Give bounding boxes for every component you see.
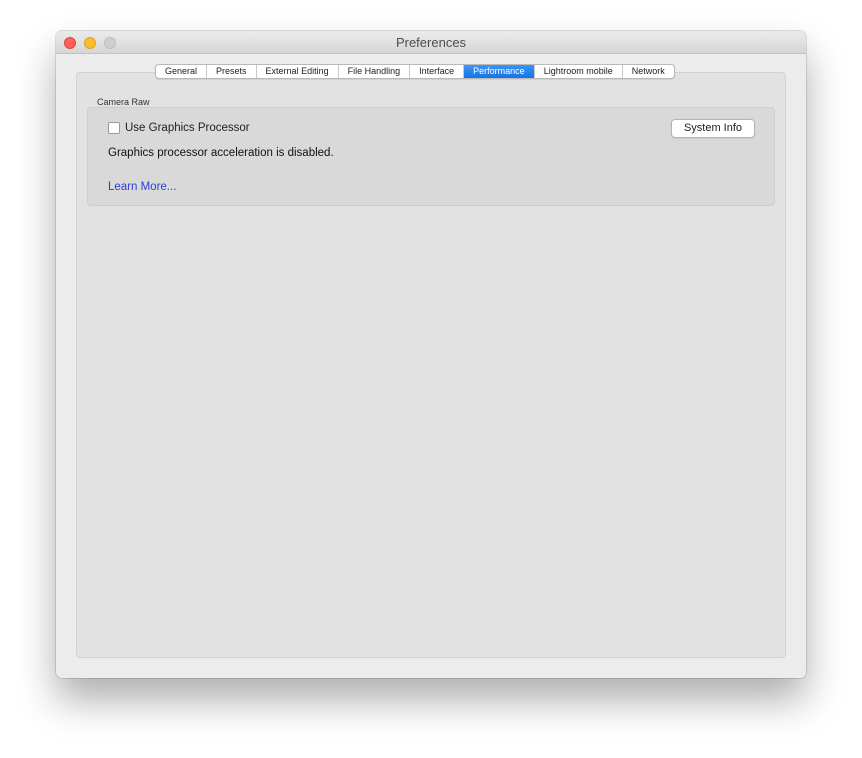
system-info-button[interactable]: System Info <box>671 119 755 138</box>
tab-performance[interactable]: Performance <box>464 65 535 78</box>
title-bar[interactable]: Preferences <box>56 31 806 54</box>
tab-external-editing[interactable]: External Editing <box>257 65 339 78</box>
tab-general[interactable]: General <box>156 65 208 78</box>
camera-raw-section-label: Camera Raw <box>97 97 150 107</box>
use-graphics-processor-label[interactable]: Use Graphics Processor <box>125 122 250 134</box>
use-graphics-processor-checkbox[interactable] <box>108 122 120 134</box>
camera-raw-group: Use Graphics Processor System Info Graph… <box>87 107 775 206</box>
tab-lightroom-mobile[interactable]: Lightroom mobile <box>535 65 623 78</box>
learn-more-link[interactable]: Learn More... <box>108 181 176 193</box>
tab-interface[interactable]: Interface <box>410 65 465 78</box>
tab-file-handling[interactable]: File Handling <box>339 65 411 78</box>
use-graphics-processor-row[interactable]: Use Graphics Processor <box>108 122 250 134</box>
tab-presets[interactable]: Presets <box>207 65 257 78</box>
tab-network[interactable]: Network <box>623 65 674 78</box>
gpu-status-text: Graphics processor acceleration is disab… <box>108 147 334 159</box>
preferences-tab-bar: General Presets External Editing File Ha… <box>155 64 675 79</box>
window-title: Preferences <box>395 35 467 50</box>
preferences-window: Preferences General Presets External Edi… <box>56 31 806 678</box>
